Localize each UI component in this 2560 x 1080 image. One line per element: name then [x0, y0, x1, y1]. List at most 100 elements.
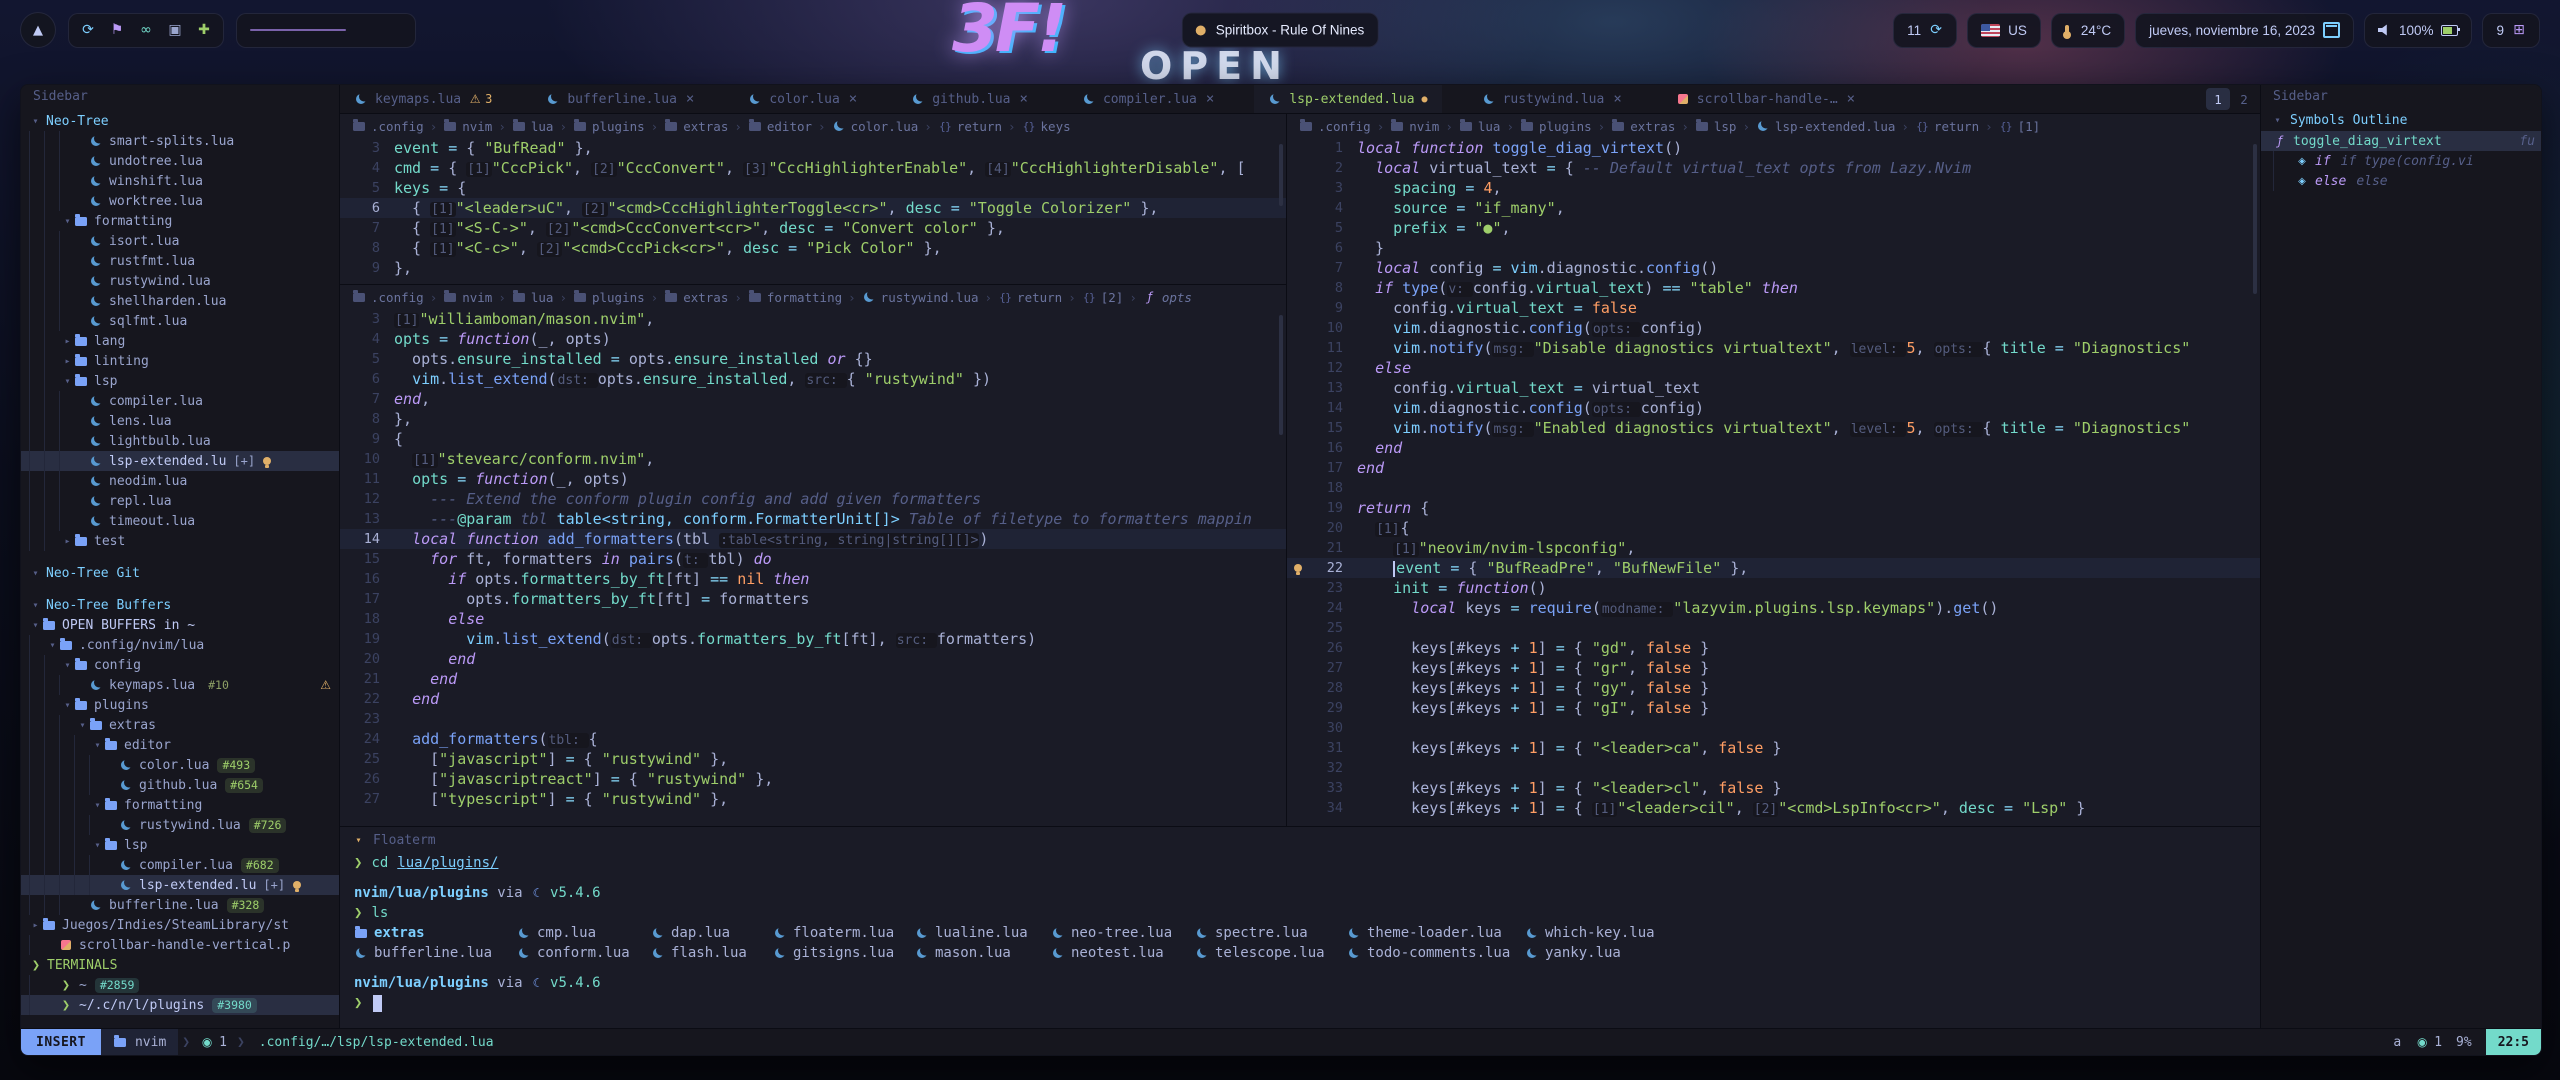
- code-line-25[interactable]: 25: [1287, 618, 2260, 638]
- code-line-32[interactable]: 32: [1287, 758, 2260, 778]
- tree-item-config-nvim-lua[interactable]: ▾.config/nvim/lua: [21, 635, 339, 655]
- outline-item-toggle-diag-virtext[interactable]: toggle_diag_virtextfu: [2261, 131, 2541, 151]
- scrollbar[interactable]: [1279, 144, 1283, 206]
- floaterm-panel[interactable]: ▾ Floaterm ❯cdlua/plugins/nvim/lua/plugi…: [340, 826, 2260, 1028]
- outline-item-if[interactable]: ifif type(config.vi: [2261, 151, 2541, 171]
- tree-item-rustywind-lua[interactable]: rustywind.lua#726: [21, 815, 339, 835]
- tab-scrollbar-handle[interactable]: scrollbar-handle-…×: [1662, 85, 1869, 113]
- tab-lsp-extended-lua[interactable]: lsp-extended.lua●: [1254, 85, 1441, 113]
- tree-item-lang[interactable]: ▸lang: [21, 331, 339, 351]
- editor-color-lua[interactable]: .config›nvim›lua›plugins›extras›editor›c…: [340, 114, 1286, 285]
- tree-item-item[interactable]: ~#2859: [21, 975, 339, 995]
- section-header-terminals[interactable]: TERMINALS: [21, 955, 339, 975]
- tree-item-repl-lua[interactable]: repl.lua: [21, 491, 339, 511]
- code-line-12[interactable]: 12 else: [1287, 358, 2260, 378]
- code-line-23[interactable]: 23 init = function(): [1287, 578, 2260, 598]
- flag-button[interactable]: ⚑: [104, 17, 130, 43]
- music-widget[interactable]: Spiritbox - Rule Of Nines: [1182, 13, 1379, 48]
- tree-item-github-lua[interactable]: github.lua#654: [21, 775, 339, 795]
- section-header-neo-tree-git[interactable]: ▾Neo-Tree Git: [21, 563, 339, 583]
- tree-item-rustfmt-lua[interactable]: rustfmt.lua: [21, 251, 339, 271]
- tree-item-isort-lua[interactable]: isort.lua: [21, 231, 339, 251]
- code-line-27[interactable]: 27 ["typescript"] = { "rustywind" },: [340, 789, 1286, 809]
- symbols-outline-header[interactable]: ▾ Symbols Outline: [2261, 109, 2541, 131]
- code-line-25[interactable]: 25 ["javascript"] = { "rustywind" },: [340, 749, 1286, 769]
- code-line-28[interactable]: 28 keys[#keys + 1] = { "gy", false }: [1287, 678, 2260, 698]
- tab-keymaps-lua[interactable]: keymaps.lua3: [340, 85, 506, 113]
- terminal-output[interactable]: ❯cdlua/plugins/nvim/lua/plugins via v5.4…: [340, 853, 2260, 1013]
- code-line-2[interactable]: 2 local virtual_text = { -- Default virt…: [1287, 158, 2260, 178]
- code-line-14[interactable]: 14 local function add_formatters(tbl :ta…: [340, 529, 1286, 549]
- tab-github-lua[interactable]: github.lua×: [897, 85, 1042, 113]
- code-line-27[interactable]: 27 keys[#keys + 1] = { "gr", false }: [1287, 658, 2260, 678]
- code-line-26[interactable]: 26 ["javascriptreact"] = { "rustywind" }…: [340, 769, 1286, 789]
- tab-color-lua[interactable]: color.lua×: [734, 85, 871, 113]
- code-line-5[interactable]: 5keys = {: [340, 178, 1286, 198]
- tree-item-formatting[interactable]: ▾formatting: [21, 211, 339, 231]
- keyboard-layout-widget[interactable]: US: [1967, 13, 2041, 48]
- tree-item-timeout-lua[interactable]: timeout.lua: [21, 511, 339, 531]
- tree-item-lsp-extended-lu[interactable]: lsp-extended.lu[+]: [21, 451, 339, 471]
- code-line-30[interactable]: 30: [1287, 718, 2260, 738]
- code-buffer[interactable]: 3[1]"williamboman/mason.nvim",4opts = fu…: [340, 309, 1286, 809]
- tree-item-extras[interactable]: ▾extras: [21, 715, 339, 735]
- code-line-7[interactable]: 7end,: [340, 389, 1286, 409]
- code-line-9[interactable]: 9{: [340, 429, 1286, 449]
- close-icon[interactable]: ×: [1847, 91, 1855, 107]
- tree-item-neodim-lua[interactable]: neodim.lua: [21, 471, 339, 491]
- code-line-9[interactable]: 9 config.virtual_text = false: [1287, 298, 2260, 318]
- tree-item-editor[interactable]: ▾editor: [21, 735, 339, 755]
- section-header-neo-tree-buffers[interactable]: ▾Neo-Tree Buffers: [21, 595, 339, 615]
- tree-item-bufferline-lua[interactable]: bufferline.lua#328: [21, 895, 339, 915]
- code-line-13[interactable]: 13 ---@param tbl table<string, conform.F…: [340, 509, 1286, 529]
- code-line-33[interactable]: 33 keys[#keys + 1] = { "<leader>cl", fal…: [1287, 778, 2260, 798]
- code-line-20[interactable]: 20 [1]{: [1287, 518, 2260, 538]
- code-line-21[interactable]: 21 end: [340, 669, 1286, 689]
- tab-bufferline-lua[interactable]: bufferline.lua×: [532, 85, 708, 113]
- code-line-5[interactable]: 5 opts.ensure_installed = opts.ensure_in…: [340, 349, 1286, 369]
- tree-item-linting[interactable]: ▸linting: [21, 351, 339, 371]
- tree-item-config[interactable]: ▾config: [21, 655, 339, 675]
- code-line-8[interactable]: 8 { [1]"<C-c>", [2]"<cmd>CccPick<cr>", d…: [340, 238, 1286, 258]
- code-line-24[interactable]: 24 local keys = require(modname: "lazyvi…: [1287, 598, 2260, 618]
- tab-rustywind-lua[interactable]: rustywind.lua×: [1468, 85, 1636, 113]
- code-line-11[interactable]: 11 opts = function(_, opts): [340, 469, 1286, 489]
- tree-item-lsp[interactable]: ▾lsp: [21, 371, 339, 391]
- editor-lsp-extended-lua[interactable]: .config›nvim›lua›plugins›extras›lsp›lsp-…: [1287, 114, 2260, 826]
- tree-item-lightbulb-lua[interactable]: lightbulb.lua: [21, 431, 339, 451]
- close-icon[interactable]: ×: [1613, 91, 1621, 107]
- code-buffer[interactable]: 1local function toggle_diag_virtext()2 l…: [1287, 138, 2260, 818]
- code-line-12[interactable]: 12 --- Extend the conform plugin config …: [340, 489, 1286, 509]
- section-header-neo-tree[interactable]: ▾Neo-Tree: [21, 111, 339, 131]
- outline-item-else[interactable]: elseelse: [2261, 171, 2541, 191]
- code-line-7[interactable]: 7 { [1]"<S-C->", [2]"<cmd>CccConvert<cr>…: [340, 218, 1286, 238]
- code-line-18[interactable]: 18 else: [340, 609, 1286, 629]
- tree-item-smart-splits-lua[interactable]: smart-splits.lua: [21, 131, 339, 151]
- close-icon[interactable]: ×: [849, 91, 857, 107]
- tree-item-shellharden-lua[interactable]: shellharden.lua: [21, 291, 339, 311]
- close-icon[interactable]: ×: [1020, 91, 1028, 107]
- code-line-18[interactable]: 18: [1287, 478, 2260, 498]
- tree-item-compiler-lua[interactable]: compiler.lua#682: [21, 855, 339, 875]
- code-line-21[interactable]: 21 [1]"neovim/nvim-lspconfig",: [1287, 538, 2260, 558]
- tree-item-undotree-lua[interactable]: undotree.lua: [21, 151, 339, 171]
- code-buffer[interactable]: 3event = { "BufRead" },4cmd = { [1]"CccP…: [340, 138, 1286, 278]
- code-line-8[interactable]: 8},: [340, 409, 1286, 429]
- tree-item-juegos-indies-steamlibrary-st[interactable]: ▸Juegos/Indies/SteamLibrary/st: [21, 915, 339, 935]
- code-line-5[interactable]: 5 prefix = "●",: [1287, 218, 2260, 238]
- code-line-26[interactable]: 26 keys[#keys + 1] = { "gd", false }: [1287, 638, 2260, 658]
- tree-item-lens-lua[interactable]: lens.lua: [21, 411, 339, 431]
- code-line-1[interactable]: 1local function toggle_diag_virtext(): [1287, 138, 2260, 158]
- code-line-6[interactable]: 6 { [1]"<leader>uC", [2]"<cmd>CccHighlig…: [340, 198, 1286, 218]
- tree-item-sqlfmt-lua[interactable]: sqlfmt.lua: [21, 311, 339, 331]
- tree-item-winshift-lua[interactable]: winshift.lua: [21, 171, 339, 191]
- code-line-8[interactable]: 8 if type(v: config.virtual_text) == "ta…: [1287, 278, 2260, 298]
- tree-item-worktree-lua[interactable]: worktree.lua: [21, 191, 339, 211]
- tree-item-rustywind-lua[interactable]: rustywind.lua: [21, 271, 339, 291]
- launcher-button[interactable]: [20, 12, 56, 48]
- tree-item-open-buffers-in[interactable]: ▾OPEN BUFFERS in ~: [21, 615, 339, 635]
- notes-button[interactable]: ✚: [191, 17, 217, 43]
- code-line-19[interactable]: 19 vim.list_extend(dst: opts.formatters_…: [340, 629, 1286, 649]
- tree-item-c-n-l-plugins[interactable]: ~/.c/n/l/plugins#3980: [21, 995, 339, 1015]
- code-line-10[interactable]: 10 [1]"stevearc/conform.nvim",: [340, 449, 1286, 469]
